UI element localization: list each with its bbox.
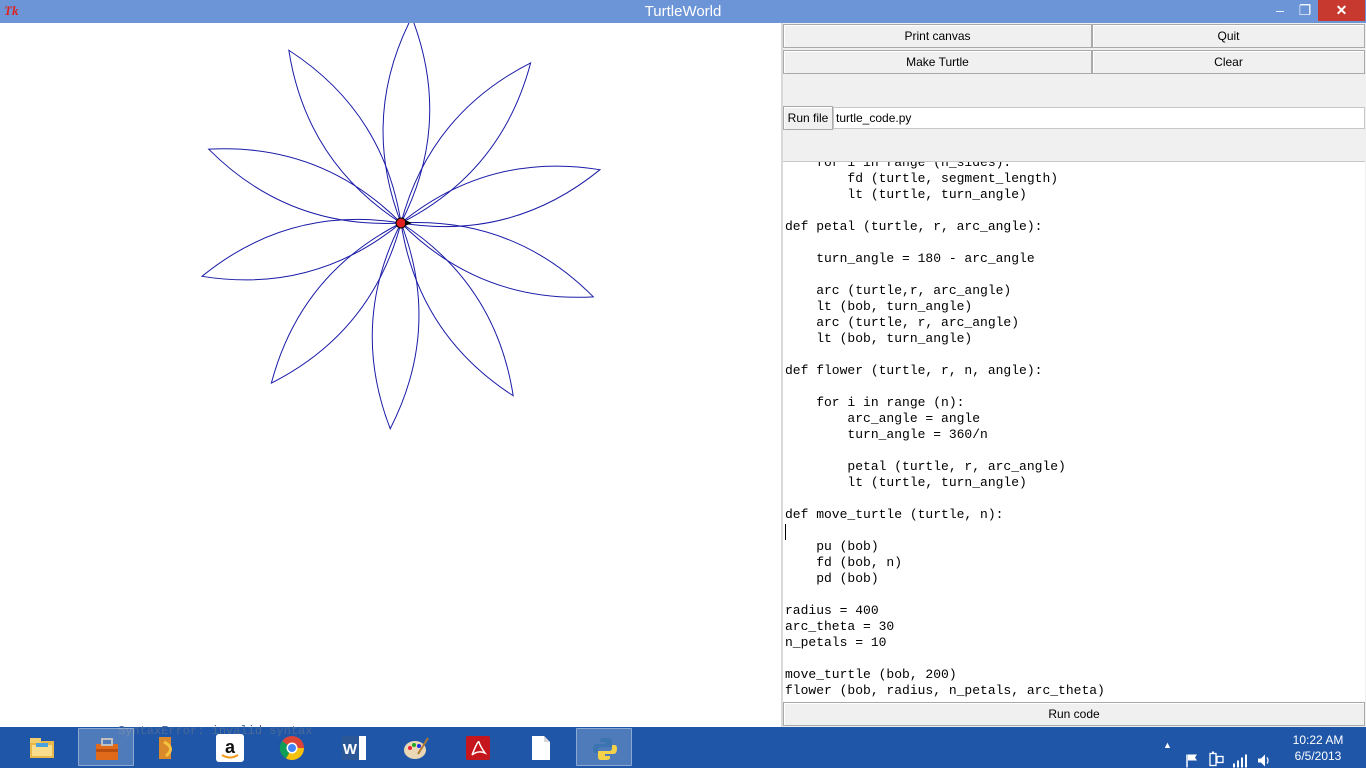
flower-petal: [371, 221, 420, 430]
flower-petal: [207, 148, 403, 224]
turtle-heading-arrow: [405, 220, 412, 226]
clear-button[interactable]: Clear: [1092, 50, 1365, 74]
title-bar: Tk TurtleWorld – ❐ ✕: [0, 0, 1366, 23]
flower-petal: [400, 221, 514, 397]
network-signal-icon[interactable]: [1232, 740, 1248, 768]
flower-petal: [399, 222, 595, 298]
media-player-icon: [159, 737, 172, 759]
flower-drawing: [200, 23, 602, 430]
text-cursor: [785, 524, 786, 540]
taskbar-word[interactable]: W: [326, 728, 382, 766]
flower-petal: [270, 222, 402, 385]
acrobat-icon: [466, 736, 490, 760]
flower-petal: [399, 165, 602, 228]
taskbar-media-player[interactable]: [140, 728, 196, 766]
action-center-flag-icon[interactable]: [1184, 740, 1200, 768]
taskbar-file-explorer[interactable]: [14, 728, 70, 766]
turtle-marker: [395, 217, 407, 229]
maximize-button[interactable]: ❐: [1293, 0, 1317, 21]
paint-icon: [404, 737, 429, 759]
volume-icon[interactable]: [1256, 740, 1272, 768]
taskbar-python[interactable]: [576, 728, 632, 766]
power-battery-icon[interactable]: [1208, 739, 1224, 768]
clock-date: 6/5/2013: [1294, 749, 1342, 763]
clock-time: 10:22 AM: [1292, 733, 1344, 747]
show-hidden-icons-button[interactable]: ▲: [1163, 740, 1172, 768]
flower-petal: [400, 61, 532, 224]
taskbar-blank-file[interactable]: [512, 728, 568, 766]
taskbar-amazon[interactable]: a: [202, 728, 258, 766]
code-editor[interactable]: for i in range (n_sides): fd (turtle, se…: [783, 161, 1365, 702]
window-title: TurtleWorld: [644, 3, 722, 20]
make-turtle-button[interactable]: Make Turtle: [783, 50, 1092, 74]
run-file-button[interactable]: Run file: [783, 106, 833, 130]
taskbar: SyntaxError: invalid syntax a W ▲ 10:22 …: [0, 724, 1366, 768]
taskbar-chrome[interactable]: [264, 728, 320, 766]
amazon-icon: a: [216, 734, 244, 762]
file-name-input[interactable]: [833, 107, 1365, 129]
minimize-button[interactable]: –: [1268, 0, 1292, 21]
taskbar-toolbox[interactable]: [78, 728, 134, 766]
system-clock[interactable]: 10:22 AM 6/5/2013: [1278, 732, 1358, 764]
word-icon: W: [342, 736, 366, 760]
python-icon: [593, 738, 617, 760]
run-code-button[interactable]: Run code: [783, 702, 1365, 726]
chrome-icon: [279, 736, 304, 761]
taskbar-paint[interactable]: [388, 728, 444, 766]
control-panel: Print canvas Quit Make Turtle Clear Run …: [783, 23, 1366, 727]
taskbar-acrobat[interactable]: [450, 728, 506, 766]
flower-petal: [200, 218, 403, 281]
code-text: for i in range (n_sides): fd (turtle, se…: [785, 161, 1105, 698]
svg-text:a: a: [225, 737, 236, 757]
flower-petal: [288, 49, 402, 225]
turtle-canvas[interactable]: [0, 23, 782, 727]
print-canvas-button[interactable]: Print canvas: [783, 24, 1092, 48]
file-explorer-icon: [30, 738, 54, 758]
svg-text:W: W: [343, 741, 358, 758]
quit-button[interactable]: Quit: [1092, 24, 1365, 48]
toolbox-icon: [96, 738, 118, 760]
blank-file-icon: [532, 736, 550, 760]
close-button[interactable]: ✕: [1318, 0, 1365, 21]
flower-petal: [382, 23, 431, 225]
